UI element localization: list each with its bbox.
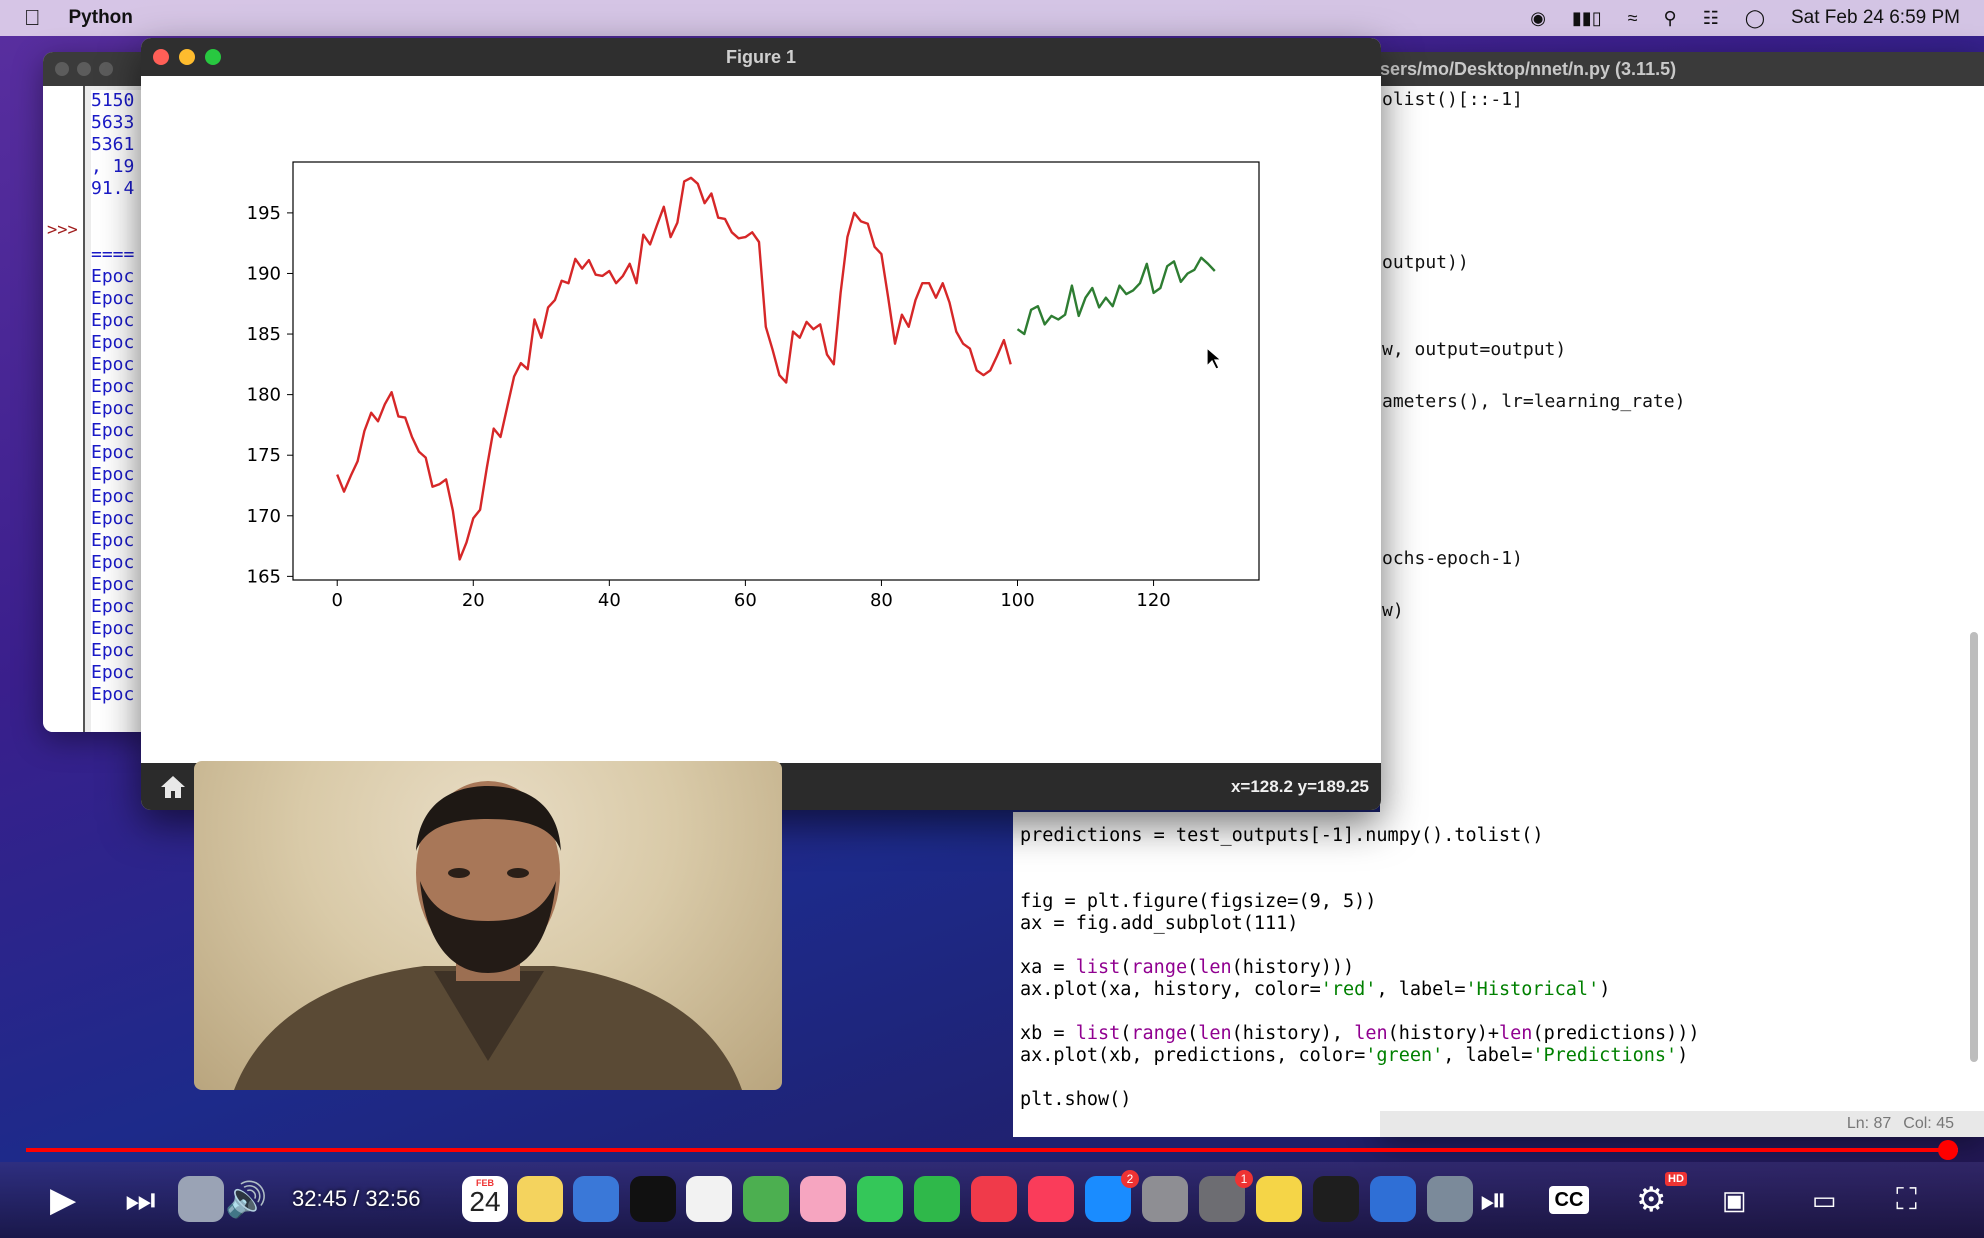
- shell-gutter: [43, 86, 85, 732]
- settings-gear-icon[interactable]: ⚙: [1636, 1180, 1666, 1220]
- editor-code-fragment: w, output=output): [1382, 339, 1567, 360]
- x-tick-label: 60: [734, 590, 757, 611]
- x-tick-label: 0: [331, 590, 342, 611]
- photos-icon[interactable]: [800, 1176, 846, 1222]
- system-settings-badge: 1: [1235, 1170, 1253, 1188]
- menu-bar:  Python ◉ ▮▮▯ ≈ ⚲ ☷ ◯ Sat Feb 24 6:59 P…: [0, 0, 1984, 36]
- figure-zoom-button[interactable]: [205, 49, 221, 65]
- editor-window[interactable]: sers/mo/Desktop/nnet/n.py (3.11.5) olist…: [1380, 52, 1984, 1137]
- editor-code-fragment: ameters(), lr=learning_rate): [1382, 391, 1686, 412]
- shell-minimize-button[interactable]: [77, 62, 91, 76]
- column-indicator: Col: 45: [1903, 1115, 1954, 1132]
- x-tick-label: 80: [870, 590, 893, 611]
- play-icon[interactable]: ▶: [50, 1180, 76, 1220]
- freeform-icon[interactable]: [573, 1176, 619, 1222]
- y-tick-label: 195: [247, 203, 281, 224]
- editor-text-area[interactable]: olist()[::-1]output))w, output=output)am…: [1380, 86, 1984, 1101]
- theater-mode-icon[interactable]: ▭: [1812, 1180, 1837, 1220]
- editor-status-bar: Ln: 87 Col: 45: [1380, 1111, 1984, 1137]
- shell-close-button[interactable]: [55, 62, 69, 76]
- y-tick-label: 190: [247, 263, 281, 284]
- battery-icon[interactable]: ▮▮▯: [1572, 8, 1602, 29]
- xcode-icon[interactable]: [1370, 1176, 1416, 1222]
- code-panel[interactable]: [1013, 812, 1380, 1137]
- python-shell-window[interactable]: >>> 5150 5633 5361, 19 91.4 ==== Epoc Epoc Epoc…: [43, 52, 153, 732]
- figure-close-button[interactable]: [153, 49, 169, 65]
- apple-tv-icon[interactable]: [630, 1176, 676, 1222]
- editor-code-fragment: ochs-epoch-1): [1382, 548, 1523, 569]
- x-tick-label: 20: [462, 590, 485, 611]
- messages-icon[interactable]: [857, 1176, 903, 1222]
- hd-badge: HD: [1665, 1172, 1687, 1186]
- screen-record-icon[interactable]: ◉: [1530, 8, 1546, 29]
- music-icon[interactable]: [1028, 1176, 1074, 1222]
- y-tick-label: 175: [247, 445, 281, 466]
- editor-scrollbar[interactable]: [1970, 632, 1978, 1062]
- editor-title: sers/mo/Desktop/nnet/n.py (3.11.5): [1380, 58, 1677, 79]
- plot-axes-frame: [292, 161, 1260, 581]
- siri-icon[interactable]: ◯: [1745, 8, 1765, 29]
- line-indicator: Ln: 87: [1846, 1115, 1892, 1132]
- notes-icon[interactable]: [517, 1176, 563, 1222]
- y-tick-label: 180: [247, 385, 281, 406]
- y-tick-label: 170: [247, 506, 281, 527]
- y-tick-label: 165: [247, 566, 281, 587]
- calendar-month: FEB: [476, 1178, 494, 1188]
- home-icon[interactable]: [153, 767, 193, 807]
- activity-monitor-icon[interactable]: [1427, 1176, 1473, 1222]
- video-progress-bar[interactable]: [26, 1140, 1959, 1160]
- fullscreen-icon[interactable]: ⛶: [1896, 1180, 1917, 1220]
- figure-window[interactable]: Figure 1 0 20 40 60 80 100 120 165 170 175 180 185 1…: [141, 38, 1381, 810]
- figure-title: Figure 1: [725, 46, 796, 67]
- editor-code-fragment: output)): [1382, 252, 1469, 273]
- control-center-icon[interactable]: ☷: [1703, 8, 1719, 29]
- news-icon[interactable]: [971, 1176, 1017, 1222]
- shell-prompt: >>>: [47, 220, 78, 240]
- y-tick-label: 185: [247, 324, 281, 345]
- autoplay-toggle-icon[interactable]: ⏯: [1480, 1180, 1507, 1220]
- video-time: 32:45 / 32:56: [292, 1186, 421, 1211]
- launchpad-icon[interactable]: [178, 1176, 224, 1222]
- editor-titlebar[interactable]: sers/mo/Desktop/nnet/n.py (3.11.5): [1380, 52, 1984, 86]
- presenter-video: [234, 781, 742, 1090]
- wifi-icon[interactable]: ≈: [1628, 8, 1638, 29]
- x-tick-label: 120: [1136, 590, 1170, 611]
- x-tick-label: 40: [598, 590, 621, 611]
- next-video-icon[interactable]: ⏭: [125, 1180, 156, 1220]
- shell-titlebar[interactable]: [43, 52, 153, 86]
- cursor-coordinates: x=128.2 y=189.25: [1230, 776, 1369, 796]
- plot-canvas[interactable]: 0 20 40 60 80 100 120 165 170 175 180 185 190 195: [141, 76, 1381, 763]
- miniplayer-icon[interactable]: ▣: [1722, 1180, 1747, 1220]
- x-tick-label: 100: [1000, 590, 1034, 611]
- menubar-clock[interactable]: Sat Feb 24 6:59 PM: [1791, 7, 1960, 29]
- captions-icon[interactable]: CC: [1549, 1186, 1589, 1214]
- menubar-status-area: ◉ ▮▮▯ ≈ ⚲ ☷ ◯ Sat Feb 24 6:59 PM: [1530, 7, 1960, 29]
- editor-code-fragment: w): [1382, 600, 1404, 621]
- spotlight-search-icon[interactable]: ⚲: [1664, 8, 1677, 29]
- maps-icon[interactable]: [743, 1176, 789, 1222]
- app-store-badge: 2: [1121, 1170, 1139, 1188]
- app-name-menu[interactable]: Python: [69, 7, 133, 29]
- video-progress-fill: [26, 1148, 1949, 1152]
- terminal-icon[interactable]: [1313, 1176, 1359, 1222]
- figure-minimize-button[interactable]: [179, 49, 195, 65]
- reminders-icon[interactable]: [686, 1176, 732, 1222]
- webcam-overlay: [194, 761, 782, 1090]
- apple-menu-icon[interactable]: : [24, 5, 41, 31]
- editor-code-fragment: olist()[::-1]: [1382, 89, 1523, 110]
- dock: ▶ ⏭ 🔊 32:45 / 32:56 24 FEB 2 1 ⏯ CC ⚙ HD…: [0, 1162, 1984, 1238]
- figure-titlebar[interactable]: Figure 1: [141, 38, 1381, 76]
- shell-zoom-button[interactable]: [99, 62, 113, 76]
- video-scrubber-knob[interactable]: [1938, 1140, 1959, 1160]
- screenshot-icon[interactable]: [1142, 1176, 1188, 1222]
- volume-icon[interactable]: 🔊: [225, 1180, 267, 1220]
- python-launcher-icon[interactable]: [1256, 1176, 1302, 1222]
- facetime-icon[interactable]: [914, 1176, 960, 1222]
